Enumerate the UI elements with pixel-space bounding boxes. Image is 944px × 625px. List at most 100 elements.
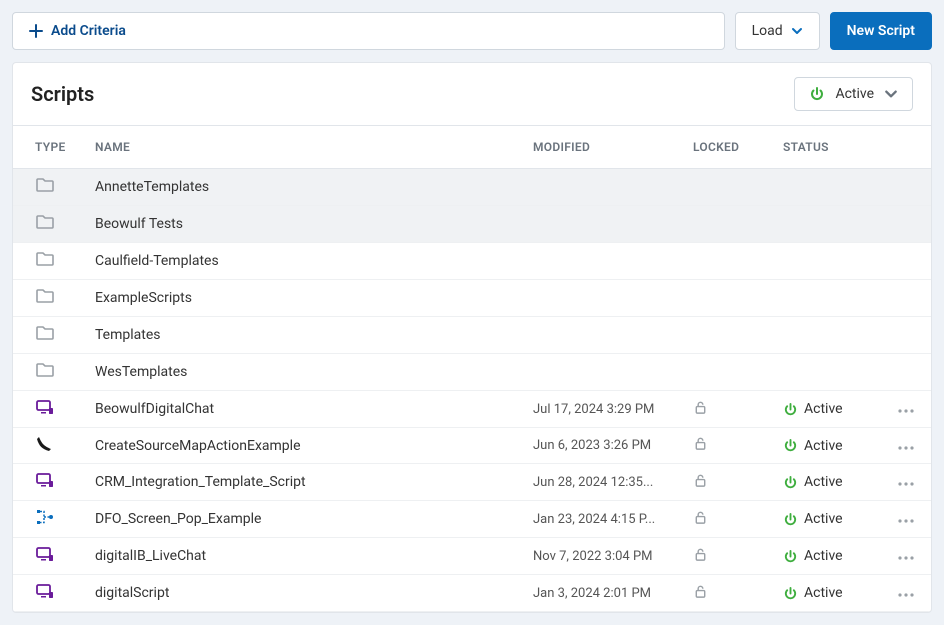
row-status: Active <box>771 501 881 538</box>
power-icon <box>783 438 798 453</box>
row-name: CRM_Integration_Template_Script <box>83 464 521 501</box>
row-status: Active <box>771 391 881 428</box>
chat-icon <box>13 391 83 428</box>
row-modified <box>521 280 681 317</box>
power-icon <box>783 586 798 601</box>
load-button[interactable]: Load <box>735 12 820 50</box>
folder-icon <box>13 169 83 206</box>
row-status <box>771 169 881 206</box>
lock-icon <box>681 428 771 464</box>
col-name[interactable]: NAME <box>83 126 521 169</box>
table-row[interactable]: digitalIB_LiveChatNov 7, 2022 3:04 PM Act… <box>13 538 931 575</box>
power-icon <box>783 512 798 527</box>
more-icon <box>898 409 914 413</box>
status-label: Active <box>804 511 843 527</box>
row-actions-button[interactable] <box>881 428 931 464</box>
row-name: WesTemplates <box>83 354 521 391</box>
table-row[interactable]: Caulfield-Templates <box>13 243 931 280</box>
row-name: ExampleScripts <box>83 280 521 317</box>
table-row[interactable]: Beowulf Tests <box>13 206 931 243</box>
row-actions-button[interactable] <box>881 391 931 428</box>
row-modified <box>521 243 681 280</box>
table-row[interactable]: digitalScriptJan 3, 2024 2:01 PM Active <box>13 575 931 612</box>
route-icon <box>13 501 83 538</box>
col-modified[interactable]: MODIFIED <box>521 126 681 169</box>
table-row[interactable]: AnnetteTemplates <box>13 169 931 206</box>
table-row[interactable]: CreateSourceMapActionExampleJun 6, 2023 … <box>13 428 931 464</box>
row-status: Active <box>771 538 881 575</box>
status-filter-label: Active <box>835 86 874 102</box>
row-status: Active <box>771 428 881 464</box>
row-modified: Jan 3, 2024 2:01 PM <box>521 575 681 612</box>
chat-icon <box>13 538 83 575</box>
row-actions-button <box>881 317 931 354</box>
more-icon <box>898 593 914 597</box>
chat-icon <box>13 464 83 501</box>
more-icon <box>898 446 914 450</box>
row-name: CreateSourceMapActionExample <box>83 428 521 464</box>
status-filter-dropdown[interactable]: Active <box>794 77 913 111</box>
row-status: Active <box>771 575 881 612</box>
new-script-label: New Script <box>847 23 915 39</box>
plus-icon <box>29 24 43 38</box>
row-actions-button <box>881 206 931 243</box>
row-name: digitalScript <box>83 575 521 612</box>
lock-icon <box>681 391 771 428</box>
table-row[interactable]: WesTemplates <box>13 354 931 391</box>
row-actions-button <box>881 354 931 391</box>
row-actions-button <box>881 243 931 280</box>
row-actions-button <box>881 280 931 317</box>
lock-icon <box>681 501 771 538</box>
folder-icon <box>13 317 83 354</box>
col-status[interactable]: STATUS <box>771 126 931 169</box>
power-icon <box>809 86 825 102</box>
row-status <box>771 206 881 243</box>
row-name: Templates <box>83 317 521 354</box>
chat-icon <box>13 575 83 612</box>
col-type[interactable]: TYPE <box>13 126 83 169</box>
row-name: DFO_Screen_Pop_Example <box>83 501 521 538</box>
lock-icon <box>681 169 771 206</box>
status-label: Active <box>804 585 843 601</box>
status-label: Active <box>804 548 843 564</box>
power-icon <box>783 402 798 417</box>
table-row[interactable]: ExampleScripts <box>13 280 931 317</box>
lock-icon <box>681 280 771 317</box>
more-icon <box>898 482 914 486</box>
table-row[interactable]: CRM_Integration_Template_ScriptJun 28, 2… <box>13 464 931 501</box>
row-status <box>771 354 881 391</box>
row-name: digitalIB_LiveChat <box>83 538 521 575</box>
table-row[interactable]: Templates <box>13 317 931 354</box>
row-actions-button[interactable] <box>881 464 931 501</box>
status-label: Active <box>804 438 843 454</box>
row-actions-button[interactable] <box>881 575 931 612</box>
power-icon <box>783 549 798 564</box>
table-row[interactable]: BeowulfDigitalChatJul 17, 2024 3:29 PMAc… <box>13 391 931 428</box>
row-actions-button[interactable] <box>881 538 931 575</box>
status-label: Active <box>804 401 843 417</box>
add-criteria-button[interactable]: Add Criteria <box>12 12 725 50</box>
status-label: Active <box>804 474 843 490</box>
row-modified <box>521 317 681 354</box>
col-locked[interactable]: LOCKED <box>681 126 771 169</box>
row-modified <box>521 169 681 206</box>
row-actions-button <box>881 169 931 206</box>
row-status <box>771 317 881 354</box>
row-actions-button[interactable] <box>881 501 931 538</box>
page-title: Scripts <box>31 82 94 106</box>
power-icon <box>783 475 798 490</box>
row-name: AnnetteTemplates <box>83 169 521 206</box>
table-row[interactable]: DFO_Screen_Pop_ExampleJan 23, 2024 4:15 … <box>13 501 931 538</box>
row-status <box>771 243 881 280</box>
folder-icon <box>13 206 83 243</box>
folder-icon <box>13 243 83 280</box>
row-name: BeowulfDigitalChat <box>83 391 521 428</box>
row-modified: Jan 23, 2024 4:15 P... <box>521 501 681 538</box>
folder-icon <box>13 354 83 391</box>
row-modified: Nov 7, 2022 3:04 PM <box>521 538 681 575</box>
chevron-down-icon <box>884 87 898 101</box>
chevron-down-icon <box>791 25 803 37</box>
phone-icon <box>13 428 83 464</box>
new-script-button[interactable]: New Script <box>830 12 932 50</box>
lock-icon <box>681 243 771 280</box>
